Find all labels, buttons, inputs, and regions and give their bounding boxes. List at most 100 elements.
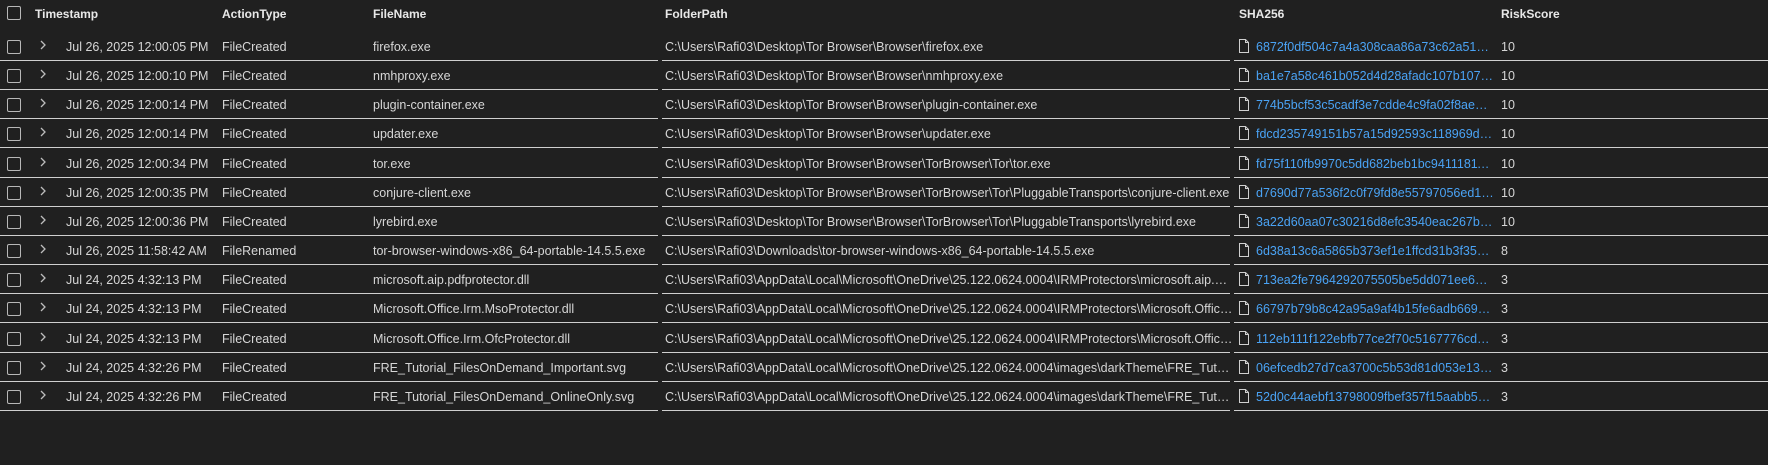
file-icon bbox=[1239, 359, 1249, 374]
cell-risk-score: 3 bbox=[1501, 273, 1508, 288]
sha256-link[interactable]: 66797b79b8c42a95a9af4b15fe6adb669c1... bbox=[1256, 301, 1494, 317]
sha256-link[interactable]: 774b5bcf53c5cadf3e7cdde4c9fa02f8ae99... bbox=[1256, 97, 1494, 113]
table-row[interactable]: Jul 24, 2025 4:32:13 PM FileCreated Micros… bbox=[0, 324, 1768, 353]
chevron-right-icon[interactable] bbox=[36, 125, 50, 139]
cell-risk-score: 10 bbox=[1501, 40, 1515, 54]
select-all-checkbox[interactable] bbox=[7, 6, 21, 20]
table-row[interactable]: Jul 26, 2025 11:58:42 AM FileRenamed tor-b… bbox=[0, 236, 1768, 265]
table-row[interactable]: Jul 26, 2025 12:00:14 PM FileCreated plugi… bbox=[0, 90, 1768, 120]
cell-action-type: FileCreated bbox=[222, 156, 287, 171]
row-checkbox[interactable] bbox=[7, 389, 21, 404]
chevron-right-icon[interactable] bbox=[36, 184, 50, 198]
table-row[interactable]: Jul 24, 2025 4:32:13 PM FileCreated Micros… bbox=[0, 294, 1768, 324]
chevron-right-icon[interactable] bbox=[36, 242, 50, 256]
header-timestamp[interactable]: Timestamp bbox=[35, 6, 98, 22]
cell-action-type: FileCreated bbox=[222, 331, 287, 346]
file-icon bbox=[1239, 39, 1249, 53]
sha256-link[interactable]: 713ea2fe7964292075505be5dd071ee63c... bbox=[1256, 272, 1494, 288]
table-row[interactable]: Jul 24, 2025 4:32:13 PM FileCreated micros… bbox=[0, 265, 1768, 295]
chevron-right-icon[interactable] bbox=[36, 271, 50, 285]
cell-folder-path: C:\Users\Rafi03\Desktop\Tor Browser\Brow… bbox=[665, 214, 1196, 229]
cell-action-type: FileCreated bbox=[222, 273, 287, 288]
table-row[interactable]: Jul 26, 2025 12:00:10 PM FileCreated nmhpr… bbox=[0, 61, 1768, 91]
sha256-link[interactable]: ba1e7a58c461b052d4d28afadc107b1078... bbox=[1256, 68, 1494, 84]
table-row[interactable]: Jul 24, 2025 4:32:26 PM FileCreated FRE_Tu… bbox=[0, 382, 1768, 411]
row-checkbox[interactable] bbox=[7, 69, 21, 84]
chevron-right-icon[interactable] bbox=[36, 388, 50, 402]
cell-risk-score: 10 bbox=[1501, 185, 1515, 200]
chevron-right-icon[interactable] bbox=[36, 38, 50, 52]
table-row[interactable]: Jul 26, 2025 12:00:34 PM FileCreated tor.e… bbox=[0, 149, 1768, 178]
row-checkbox[interactable] bbox=[7, 244, 21, 258]
chevron-right-icon[interactable] bbox=[36, 155, 50, 169]
sha256-link[interactable]: 6d38a13c6a5865b373ef1e1ffcd31b3f359a... bbox=[1256, 243, 1494, 259]
row-checkbox[interactable] bbox=[7, 214, 21, 229]
table-row[interactable]: Jul 24, 2025 4:32:26 PM FileCreated FRE_Tu… bbox=[0, 353, 1768, 382]
header-file-name[interactable]: FileName bbox=[373, 6, 426, 22]
cell-timestamp: Jul 26, 2025 12:00:14 PM bbox=[66, 98, 209, 113]
cell-risk-score: 8 bbox=[1501, 244, 1508, 258]
cell-action-type: FileCreated bbox=[222, 185, 287, 200]
cell-action-type: FileCreated bbox=[222, 69, 287, 84]
cell-file-name: firefox.exe bbox=[373, 40, 431, 54]
sha256-link[interactable]: 6872f0df504c7a4a308caa86a73c62a51bb... bbox=[1256, 39, 1494, 55]
cell-timestamp: Jul 24, 2025 4:32:13 PM bbox=[66, 273, 202, 288]
file-icon bbox=[1239, 301, 1249, 316]
row-checkbox[interactable] bbox=[7, 127, 21, 142]
file-icon bbox=[1239, 330, 1249, 345]
table-row[interactable]: Jul 26, 2025 12:00:14 PM FileCreated updat… bbox=[0, 119, 1768, 149]
table-row[interactable]: Jul 26, 2025 12:00:05 PM FileCreated firef… bbox=[0, 32, 1768, 61]
sha256-link[interactable]: 06efcedb27d7ca3700c5b53d81d053e133... bbox=[1256, 360, 1494, 376]
cell-timestamp: Jul 24, 2025 4:32:13 PM bbox=[66, 302, 202, 317]
row-divider bbox=[662, 409, 1230, 411]
cell-risk-score: 3 bbox=[1501, 360, 1508, 375]
header-action-type[interactable]: ActionType bbox=[222, 6, 286, 22]
cell-timestamp: Jul 26, 2025 12:00:14 PM bbox=[66, 127, 209, 142]
row-checkbox[interactable] bbox=[7, 185, 21, 200]
file-icon bbox=[1239, 97, 1249, 112]
table-row[interactable]: Jul 26, 2025 12:00:35 PM FileCreated conju… bbox=[0, 178, 1768, 207]
cell-action-type: FileCreated bbox=[222, 360, 287, 375]
sha256-link[interactable]: d7690d77a536f2c0f79fd8e55797056ed19... bbox=[1256, 185, 1494, 201]
cell-risk-score: 10 bbox=[1501, 69, 1515, 84]
cell-action-type: FileCreated bbox=[222, 214, 287, 229]
header-sha256[interactable]: SHA256 bbox=[1239, 6, 1284, 22]
header-risk-score[interactable]: RiskScore bbox=[1501, 6, 1560, 22]
row-checkbox[interactable] bbox=[7, 302, 21, 317]
cell-file-name: tor-browser-windows-x86_64-portable-14.5… bbox=[373, 244, 646, 258]
row-checkbox[interactable] bbox=[7, 331, 21, 346]
sha256-link[interactable]: fd75f110fb9970c5dd682beb1bc94111811... bbox=[1256, 156, 1494, 172]
sha256-link[interactable]: 52d0c44aebf13798009fbef357f15aabb55... bbox=[1256, 389, 1494, 405]
row-divider bbox=[1234, 409, 1768, 411]
cell-file-name: Microsoft.Office.Irm.MsoProtector.dll bbox=[373, 302, 575, 317]
chevron-right-icon[interactable] bbox=[36, 213, 50, 227]
row-checkbox[interactable] bbox=[7, 156, 21, 171]
cell-timestamp: Jul 26, 2025 12:00:36 PM bbox=[66, 214, 209, 229]
cell-file-name: plugin-container.exe bbox=[373, 98, 485, 113]
sha256-link[interactable]: fdcd235749151b57a15d92593c118969d5... bbox=[1256, 126, 1494, 142]
cell-risk-score: 10 bbox=[1501, 127, 1515, 142]
cell-folder-path: C:\Users\Rafi03\AppData\Local\Microsoft\… bbox=[665, 360, 1234, 375]
results-grid: Timestamp ActionType FileName FolderPath… bbox=[0, 0, 1768, 465]
chevron-right-icon[interactable] bbox=[36, 330, 50, 344]
header-folder-path[interactable]: FolderPath bbox=[665, 6, 728, 22]
table-row[interactable]: Jul 26, 2025 12:00:36 PM FileCreated lyreb… bbox=[0, 207, 1768, 236]
chevron-right-icon[interactable] bbox=[36, 96, 50, 110]
cell-action-type: FileCreated bbox=[222, 98, 287, 113]
file-icon bbox=[1239, 126, 1249, 141]
row-checkbox[interactable] bbox=[7, 98, 21, 113]
cell-folder-path: C:\Users\Rafi03\Desktop\Tor Browser\Brow… bbox=[665, 156, 1051, 171]
row-checkbox[interactable] bbox=[7, 40, 21, 54]
sha256-link[interactable]: 3a22d60aa07c30216d8efc3540eac267bd9... bbox=[1256, 214, 1494, 230]
sha256-link[interactable]: 112eb111f122ebfb77ce2f70c5167776cd7... bbox=[1256, 331, 1494, 347]
file-icon bbox=[1239, 68, 1249, 83]
chevron-right-icon[interactable] bbox=[36, 300, 50, 314]
cell-file-name: tor.exe bbox=[373, 156, 411, 171]
row-checkbox[interactable] bbox=[7, 273, 21, 288]
cell-folder-path: C:\Users\Rafi03\AppData\Local\Microsoft\… bbox=[665, 273, 1234, 288]
row-checkbox[interactable] bbox=[7, 360, 21, 375]
file-icon bbox=[1239, 272, 1249, 287]
chevron-right-icon[interactable] bbox=[36, 67, 50, 81]
cell-file-name: nmhproxy.exe bbox=[373, 69, 451, 84]
chevron-right-icon[interactable] bbox=[36, 359, 50, 373]
